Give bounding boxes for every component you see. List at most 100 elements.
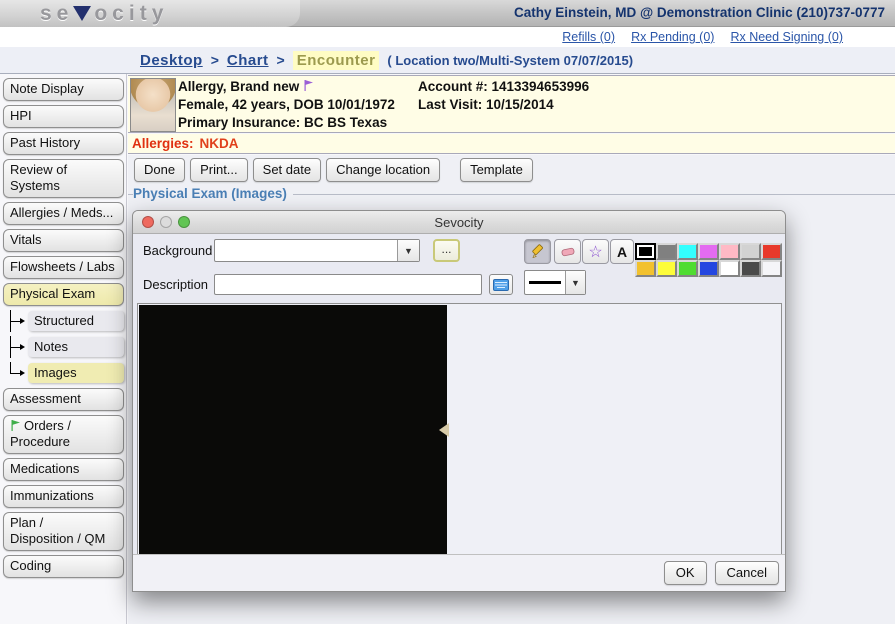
template-button[interactable]: Template [460, 158, 533, 182]
tree-line [11, 373, 20, 374]
color-swatch-d2d2d2[interactable] [740, 243, 761, 260]
sidebar-item-review-of-systems[interactable]: Review of Systems [3, 159, 124, 198]
patient-name: Allergy, Brand new [178, 79, 299, 94]
star-icon: ☆ [588, 242, 602, 262]
screen: seocity Cathy Einstein, MD @ Demonstrati… [0, 0, 895, 624]
color-swatch-ffffff[interactable] [719, 260, 740, 277]
breadcrumb: Desktop > Chart > Encounter ( Location t… [0, 47, 895, 74]
patient-panel: Allergy, Brand new Female, 42 years, DOB… [128, 75, 895, 133]
sidebar-item-images[interactable]: Images [28, 363, 124, 383]
patient-account: Account #: 1413394653996 [418, 78, 589, 96]
ok-button[interactable]: OK [664, 561, 707, 585]
print-button[interactable]: Print... [190, 158, 248, 182]
cancel-button[interactable]: Cancel [715, 561, 779, 585]
sidebar-item-medications[interactable]: Medications [3, 458, 124, 481]
color-swatch-4a4a4a[interactable] [740, 260, 761, 277]
color-swatch-000000[interactable] [635, 243, 656, 260]
color-swatch-33ffff[interactable] [677, 243, 698, 260]
zoom-button[interactable] [178, 216, 190, 228]
sidebar-item-notes[interactable]: Notes [28, 337, 124, 357]
quick-links-bar: Refills (0) Rx Pending (0) Rx Need Signing… [0, 27, 895, 47]
color-palette [635, 243, 782, 277]
lasso-tool-button[interactable]: ☆ [582, 239, 609, 264]
chevron-down-icon[interactable]: ▼ [397, 240, 419, 261]
sidebar-item-past-history[interactable]: Past History [3, 132, 124, 155]
chevron-down-icon[interactable]: ▼ [565, 271, 585, 294]
set-date-button[interactable]: Set date [253, 158, 321, 182]
patient-insurance: Primary Insurance: BC BS Texas [178, 114, 395, 132]
drawing-canvas[interactable] [137, 303, 782, 556]
sidebar-item-vitals[interactable]: Vitals [3, 229, 124, 252]
breadcrumb-separator: > [277, 52, 285, 68]
color-swatch-e36bf0[interactable] [698, 243, 719, 260]
sidebar-item-note-display[interactable]: Note Display [3, 78, 124, 101]
purple-flag-icon [303, 79, 315, 92]
section-title: Physical Exam (Images) [133, 186, 293, 201]
top-bar: seocity Cathy Einstein, MD @ Demonstrati… [0, 0, 895, 27]
endoscope-view [184, 308, 447, 551]
tree-line [11, 321, 20, 322]
probe-tip [439, 423, 449, 437]
color-swatch-f5f5f8[interactable] [761, 260, 782, 277]
sidebar-nav: Note Display HPI Past History Review of Sys… [0, 74, 127, 624]
sidebar-item-structured[interactable]: Structured [28, 311, 124, 331]
sidebar-item-coding[interactable]: Coding [3, 555, 124, 578]
breadcrumb-desktop[interactable]: Desktop [140, 52, 203, 69]
green-flag-icon [10, 419, 22, 432]
sidebar-item-plan-disposition-qm[interactable]: Plan / Disposition / QM [3, 512, 124, 551]
pencil-tool-button[interactable] [524, 239, 551, 264]
breadcrumb-separator: > [211, 52, 219, 68]
sidebar-item-allergies-meds[interactable]: Allergies / Meds... [3, 202, 124, 225]
color-swatch-808080[interactable] [656, 243, 677, 260]
color-swatch-e8392b[interactable] [761, 243, 782, 260]
encounter-context: ( Location two/Multi-System 07/07/2015) [387, 53, 633, 68]
description-input[interactable] [214, 274, 482, 295]
sidebar-item-orders-procedure[interactable]: Orders / Procedure [3, 415, 124, 454]
sevocity-logo: seocity [40, 2, 168, 26]
link-refills-0[interactable]: Refills (0) [562, 30, 615, 44]
allergies-value: NKDA [200, 136, 239, 151]
description-label: Description [143, 277, 208, 292]
sidebar-subitem-row: Images [10, 362, 124, 384]
color-swatch-fdfd3a[interactable] [656, 260, 677, 277]
background-browse-button[interactable]: ... [433, 239, 460, 262]
patient-demographics: Female, 42 years, DOB 10/01/1972 [178, 96, 395, 114]
sidebar-item-immunizations[interactable]: Immunizations [3, 485, 124, 508]
sidebar-subitem-row: Notes [10, 336, 124, 358]
patient-info: Allergy, Brand new Female, 42 years, DOB… [178, 78, 395, 132]
breadcrumb-chart[interactable]: Chart [227, 52, 269, 69]
sidebar-item-flowsheets-labs[interactable]: Flowsheets / Labs [3, 256, 124, 279]
link-rx-pending-0[interactable]: Rx Pending (0) [631, 30, 714, 44]
line-width-select[interactable]: ▼ [524, 270, 586, 295]
pencil-icon [530, 244, 546, 260]
change-location-button[interactable]: Change location [326, 158, 440, 182]
close-button[interactable] [142, 216, 154, 228]
link-rx-need-signing-0[interactable]: Rx Need Signing (0) [730, 30, 843, 44]
tree-arrow-icon [20, 344, 25, 350]
dialog-footer: OK Cancel [133, 554, 785, 591]
keyboard-icon [493, 279, 509, 291]
sidebar-item-assessment[interactable]: Assessment [3, 388, 124, 411]
background-select[interactable]: ▼ [214, 239, 420, 262]
logo-v-icon [73, 6, 91, 21]
color-swatch-2447e0[interactable] [698, 260, 719, 277]
done-button[interactable]: Done [134, 158, 185, 182]
dialog-title-bar[interactable]: Sevocity [133, 211, 785, 234]
window-controls [142, 216, 190, 228]
text-tool-button[interactable]: A [610, 239, 634, 264]
color-swatch-4fdc31[interactable] [677, 260, 698, 277]
sidebar-item-physical-exam[interactable]: Physical Exam [3, 283, 124, 306]
background-select-value [215, 240, 397, 261]
eraser-icon [560, 245, 576, 259]
eraser-tool-button[interactable] [554, 239, 581, 264]
dialog-title: Sevocity [434, 215, 483, 230]
allergies-label: Allergies: [132, 136, 194, 151]
color-swatch-f2c12e[interactable] [635, 260, 656, 277]
line-width-sample [529, 281, 561, 284]
patient-last-visit: Last Visit: 10/15/2014 [418, 96, 589, 114]
sidebar-item-hpi[interactable]: HPI [3, 105, 124, 128]
user-clinic-info: Cathy Einstein, MD @ Demonstration Clini… [514, 5, 885, 20]
minimize-button[interactable] [160, 216, 172, 228]
color-swatch-ffb9c5[interactable] [719, 243, 740, 260]
keyboard-button[interactable] [489, 274, 513, 295]
